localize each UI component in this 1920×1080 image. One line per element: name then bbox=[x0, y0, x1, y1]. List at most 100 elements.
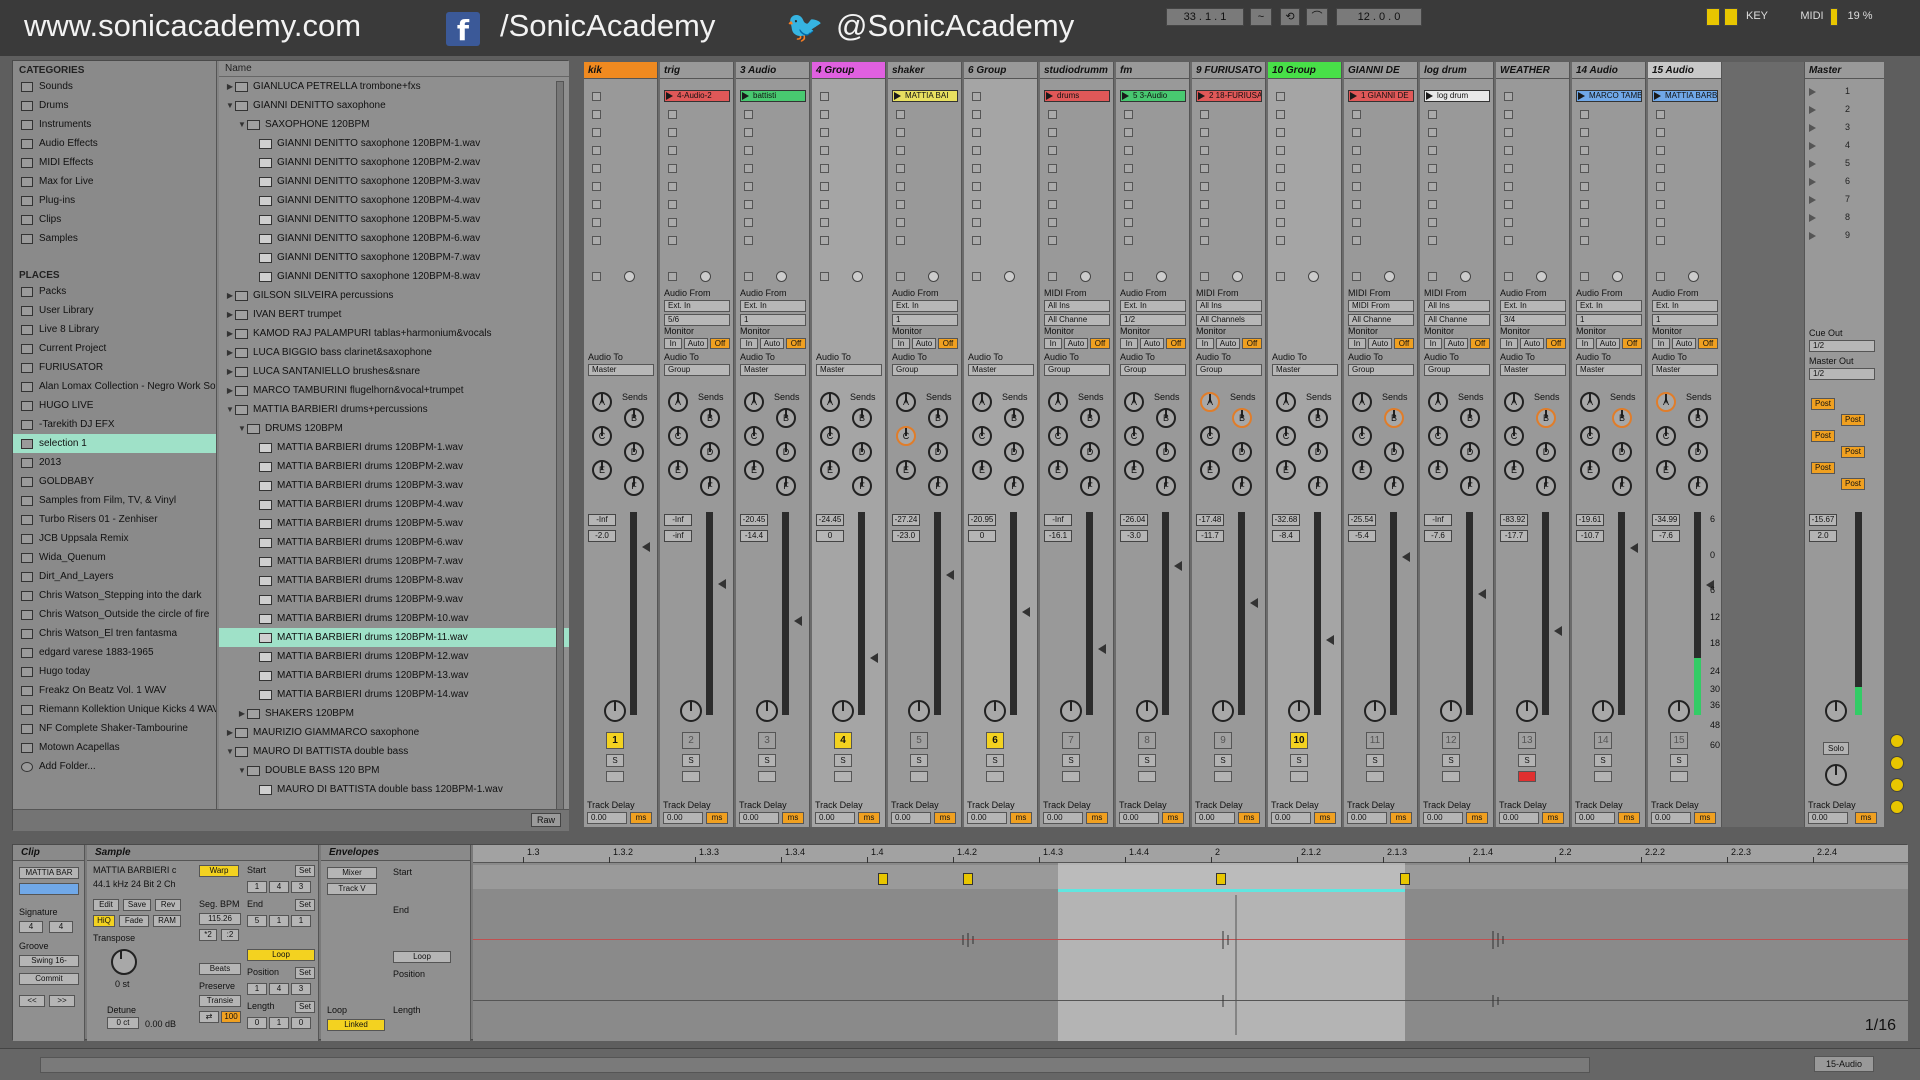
category-item[interactable]: Instruments bbox=[13, 115, 216, 134]
clip-stop-button[interactable] bbox=[1428, 200, 1437, 209]
output-select[interactable]: Group bbox=[892, 364, 958, 376]
place-item[interactable]: Samples from Film, TV, & Vinyl bbox=[13, 491, 216, 510]
clip-stop-button[interactable] bbox=[1124, 200, 1133, 209]
length-set-button[interactable]: Set bbox=[295, 1001, 315, 1013]
clip-stop-button[interactable] bbox=[1048, 110, 1057, 119]
clip-stop-button[interactable] bbox=[1656, 218, 1665, 227]
track-volume[interactable]: -2.0 bbox=[588, 530, 616, 542]
volume-fader-handle[interactable] bbox=[1022, 607, 1030, 617]
pan-knob[interactable] bbox=[1668, 700, 1690, 722]
master-delay-unit[interactable]: ms bbox=[1855, 812, 1877, 824]
file-row[interactable]: GIANNI DENITTO saxophone 120BPM-4.wav bbox=[219, 191, 569, 210]
track-volume[interactable]: -8.4 bbox=[1272, 530, 1300, 542]
expanded-arrow-icon[interactable]: ▼ bbox=[237, 115, 247, 134]
file-row[interactable]: MATTIA BARBIERI drums 120BPM-14.wav bbox=[219, 685, 569, 704]
loop-switch-icon[interactable]: ⟲ bbox=[1280, 8, 1300, 26]
scene-launch-icon[interactable] bbox=[1809, 160, 1816, 168]
folder-row[interactable]: ▶ MARCO TAMBURINI flugelhorn&vocal+trumpe… bbox=[219, 381, 569, 400]
arm-button[interactable] bbox=[1138, 771, 1156, 782]
track-activator-button[interactable]: 12 bbox=[1442, 732, 1460, 749]
nudge-back-button[interactable]: << bbox=[19, 995, 45, 1007]
clip-stop-button[interactable] bbox=[1504, 92, 1513, 101]
track-delay-value[interactable]: 0.00 bbox=[663, 812, 703, 824]
preserve-select[interactable]: Transie bbox=[199, 995, 241, 1007]
clip-stop-button[interactable] bbox=[1124, 182, 1133, 191]
pan-knob[interactable] bbox=[604, 700, 626, 722]
clip-stop-button[interactable] bbox=[896, 182, 905, 191]
track-delay-unit[interactable]: ms bbox=[1466, 812, 1488, 824]
scene-launch-icon[interactable] bbox=[1809, 124, 1816, 132]
clip-stop-button[interactable] bbox=[820, 146, 829, 155]
file-row[interactable]: MATTIA BARBIERI drums 120BPM-7.wav bbox=[219, 552, 569, 571]
scene-launch-icon[interactable] bbox=[1809, 142, 1816, 150]
monitor-in-button[interactable]: In bbox=[740, 338, 758, 349]
file-row[interactable]: GIANNI DENITTO saxophone 120BPM-3.wav bbox=[219, 172, 569, 191]
len-value-field[interactable]: 0 bbox=[247, 1017, 267, 1029]
clip-stop-button[interactable] bbox=[668, 146, 677, 155]
arm-button[interactable] bbox=[1594, 771, 1612, 782]
input-channel-select[interactable]: 5/6 bbox=[664, 314, 730, 326]
clip-stop-button[interactable] bbox=[820, 182, 829, 191]
clip-stop-button[interactable] bbox=[668, 218, 677, 227]
warp-mode-select[interactable]: Beats bbox=[199, 963, 241, 975]
track-delay-value[interactable]: 0.00 bbox=[967, 812, 1007, 824]
clip-stop-button[interactable] bbox=[1580, 146, 1589, 155]
browser-scrollbar[interactable] bbox=[556, 81, 564, 811]
input-type-select[interactable]: Ext. In bbox=[664, 300, 730, 312]
arm-button[interactable] bbox=[758, 771, 776, 782]
arm-button[interactable] bbox=[910, 771, 928, 782]
collapsed-arrow-icon[interactable]: ▶ bbox=[225, 286, 235, 305]
key-map-button[interactable]: KEY bbox=[1742, 8, 1772, 26]
scene-number[interactable]: 4 bbox=[1845, 140, 1850, 150]
stop-all-icon[interactable] bbox=[1200, 272, 1209, 281]
stop-all-icon[interactable] bbox=[592, 272, 601, 281]
clip-stop-button[interactable] bbox=[1352, 128, 1361, 137]
half-tempo-button[interactable]: :2 bbox=[221, 929, 239, 941]
clip-stop-button[interactable] bbox=[1200, 236, 1209, 245]
clip-play-icon[interactable] bbox=[666, 92, 673, 100]
collapsed-arrow-icon[interactable]: ▶ bbox=[225, 77, 235, 96]
solo-button[interactable]: S bbox=[1138, 754, 1156, 767]
clip-stop-button[interactable] bbox=[592, 218, 601, 227]
input-channel-select[interactable]: 1 bbox=[740, 314, 806, 326]
track-volume[interactable]: -17.7 bbox=[1500, 530, 1528, 542]
collapsed-arrow-icon[interactable]: ▶ bbox=[225, 305, 235, 324]
clip-stop-button[interactable] bbox=[1504, 164, 1513, 173]
category-item[interactable]: Clips bbox=[13, 210, 216, 229]
clip-stop-button[interactable] bbox=[592, 146, 601, 155]
track-volume[interactable]: -5.4 bbox=[1348, 530, 1376, 542]
monitor-in-button[interactable]: In bbox=[1652, 338, 1670, 349]
clip-stop-button[interactable] bbox=[1428, 218, 1437, 227]
output-select[interactable]: Master bbox=[1576, 364, 1642, 376]
solo-button[interactable]: S bbox=[1594, 754, 1612, 767]
clip-stop-button[interactable] bbox=[1352, 236, 1361, 245]
clip-stop-button[interactable] bbox=[1428, 236, 1437, 245]
track-title[interactable]: 9 FURIUSATO bbox=[1192, 62, 1265, 79]
clip-stop-button[interactable] bbox=[972, 92, 981, 101]
volume-fader-handle[interactable] bbox=[1250, 598, 1258, 608]
volume-fader-handle[interactable] bbox=[1098, 644, 1106, 654]
collapsed-arrow-icon[interactable]: ▶ bbox=[225, 381, 235, 400]
file-row[interactable]: MATTIA BARBIERI drums 120BPM-10.wav bbox=[219, 609, 569, 628]
pan-knob[interactable] bbox=[1440, 700, 1462, 722]
clip-stop-button[interactable] bbox=[744, 236, 753, 245]
edit-button[interactable]: Edit bbox=[93, 899, 119, 911]
clip-stop-button[interactable] bbox=[972, 146, 981, 155]
place-item[interactable]: Turbo Risers 01 - Zenhiser bbox=[13, 510, 216, 529]
output-select[interactable]: Master bbox=[588, 364, 654, 376]
warp-marker[interactable] bbox=[878, 873, 888, 885]
folder-row[interactable]: ▼ SAXOPHONE 120BPM bbox=[219, 115, 569, 134]
volume-fader-handle[interactable] bbox=[1402, 552, 1410, 562]
clip-stop-button[interactable] bbox=[1428, 182, 1437, 191]
track-activator-button[interactable]: 13 bbox=[1518, 732, 1536, 749]
track-title[interactable]: 14 Audio bbox=[1572, 62, 1645, 79]
clip-stop-button[interactable] bbox=[592, 164, 601, 173]
track-activator-button[interactable]: 11 bbox=[1366, 732, 1384, 749]
track-delay-unit[interactable]: ms bbox=[858, 812, 880, 824]
folder-row[interactable]: ▶ LUCA SANTANIELLO brushes&snare bbox=[219, 362, 569, 381]
overview-icon[interactable] bbox=[1890, 734, 1904, 748]
input-channel-select[interactable]: All Channe bbox=[1348, 314, 1414, 326]
monitor-off-button[interactable]: Off bbox=[1470, 338, 1490, 349]
place-item[interactable]: Hugo today bbox=[13, 662, 216, 681]
clip-stop-button[interactable] bbox=[1124, 218, 1133, 227]
